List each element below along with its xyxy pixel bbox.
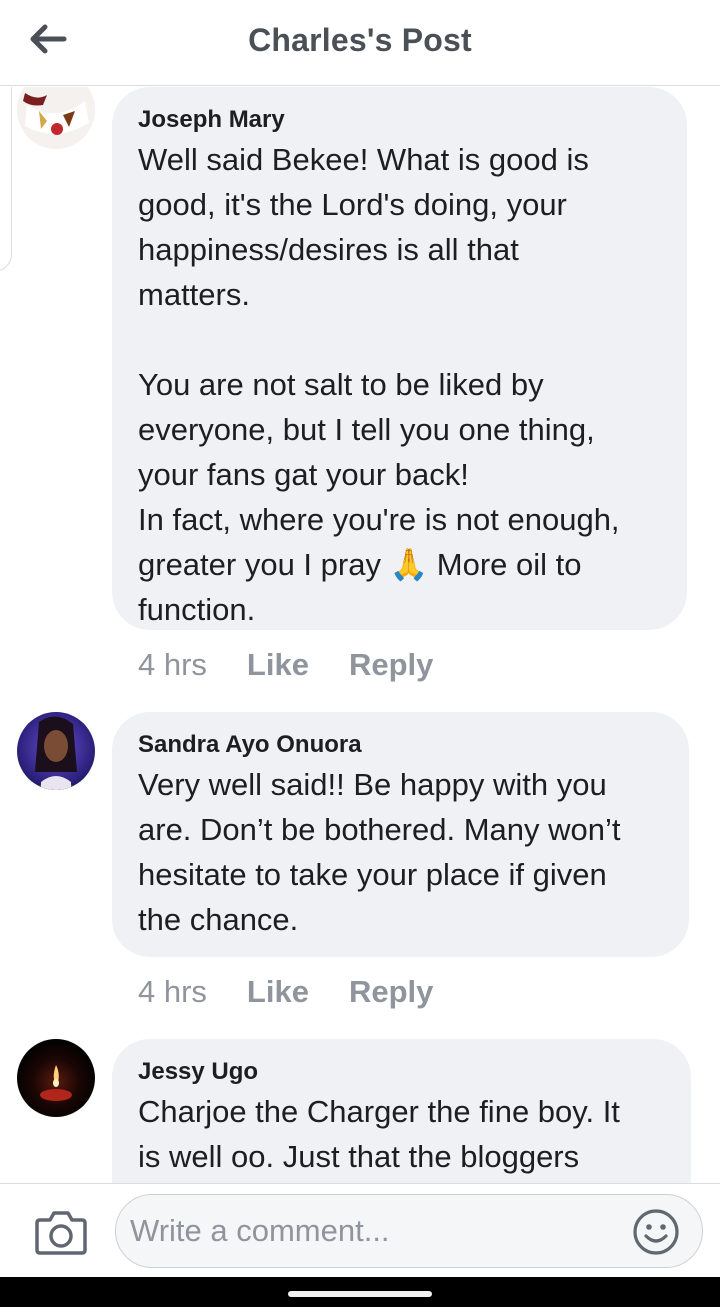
reply-button[interactable]: Reply xyxy=(349,974,433,1010)
avatar[interactable] xyxy=(17,712,95,790)
comment-text: Charjoe the Charger the fine boy. It is … xyxy=(138,1094,620,1174)
like-button[interactable]: Like xyxy=(247,647,309,683)
comment-author[interactable]: Sandra Ayo Onuora xyxy=(138,730,663,760)
comment-bubble[interactable]: Sandra Ayo Onuora Very well said!! Be ha… xyxy=(112,712,689,957)
comments-list[interactable]: Joseph Mary Well said Bekee! What is goo… xyxy=(0,87,720,1183)
reply-button[interactable]: Reply xyxy=(349,647,433,683)
avatar[interactable] xyxy=(17,87,95,149)
comment-author[interactable]: Jessy Ugo xyxy=(138,1057,665,1087)
home-indicator[interactable] xyxy=(288,1291,432,1297)
post-card-edge xyxy=(0,87,12,272)
smiley-icon xyxy=(633,1209,679,1255)
page-title: Charles's Post xyxy=(248,22,472,58)
comment-text: Well said Bekee! What is good is good, i… xyxy=(138,142,620,627)
avatar[interactable] xyxy=(17,1039,95,1117)
comment-input-box[interactable] xyxy=(115,1194,703,1268)
camera-button[interactable] xyxy=(34,1208,88,1256)
comment-author[interactable]: Joseph Mary xyxy=(138,105,661,135)
system-nav-bar xyxy=(0,1277,720,1307)
comment-bubble[interactable]: Jessy Ugo Charjoe the Charger the fine b… xyxy=(112,1039,691,1183)
post-comments-screen: Charles's Post Joseph Mary Well said Bek… xyxy=(0,0,720,1307)
comment-composer xyxy=(0,1183,720,1277)
comment-input[interactable] xyxy=(130,1195,630,1267)
comment-time: 4 hrs xyxy=(138,974,207,1009)
like-button[interactable]: Like xyxy=(247,974,309,1010)
comment-actions: 4 hrs Like Reply xyxy=(138,647,433,683)
comment-text: Very well said!! Be happy with you are. … xyxy=(138,767,621,937)
comment-time: 4 hrs xyxy=(138,647,207,682)
emoji-button[interactable] xyxy=(632,1208,680,1256)
comment-actions: 4 hrs Like Reply xyxy=(138,974,433,1010)
top-bar: Charles's Post xyxy=(0,0,720,86)
camera-icon xyxy=(35,1211,87,1255)
comment-bubble[interactable]: Joseph Mary Well said Bekee! What is goo… xyxy=(112,87,687,630)
